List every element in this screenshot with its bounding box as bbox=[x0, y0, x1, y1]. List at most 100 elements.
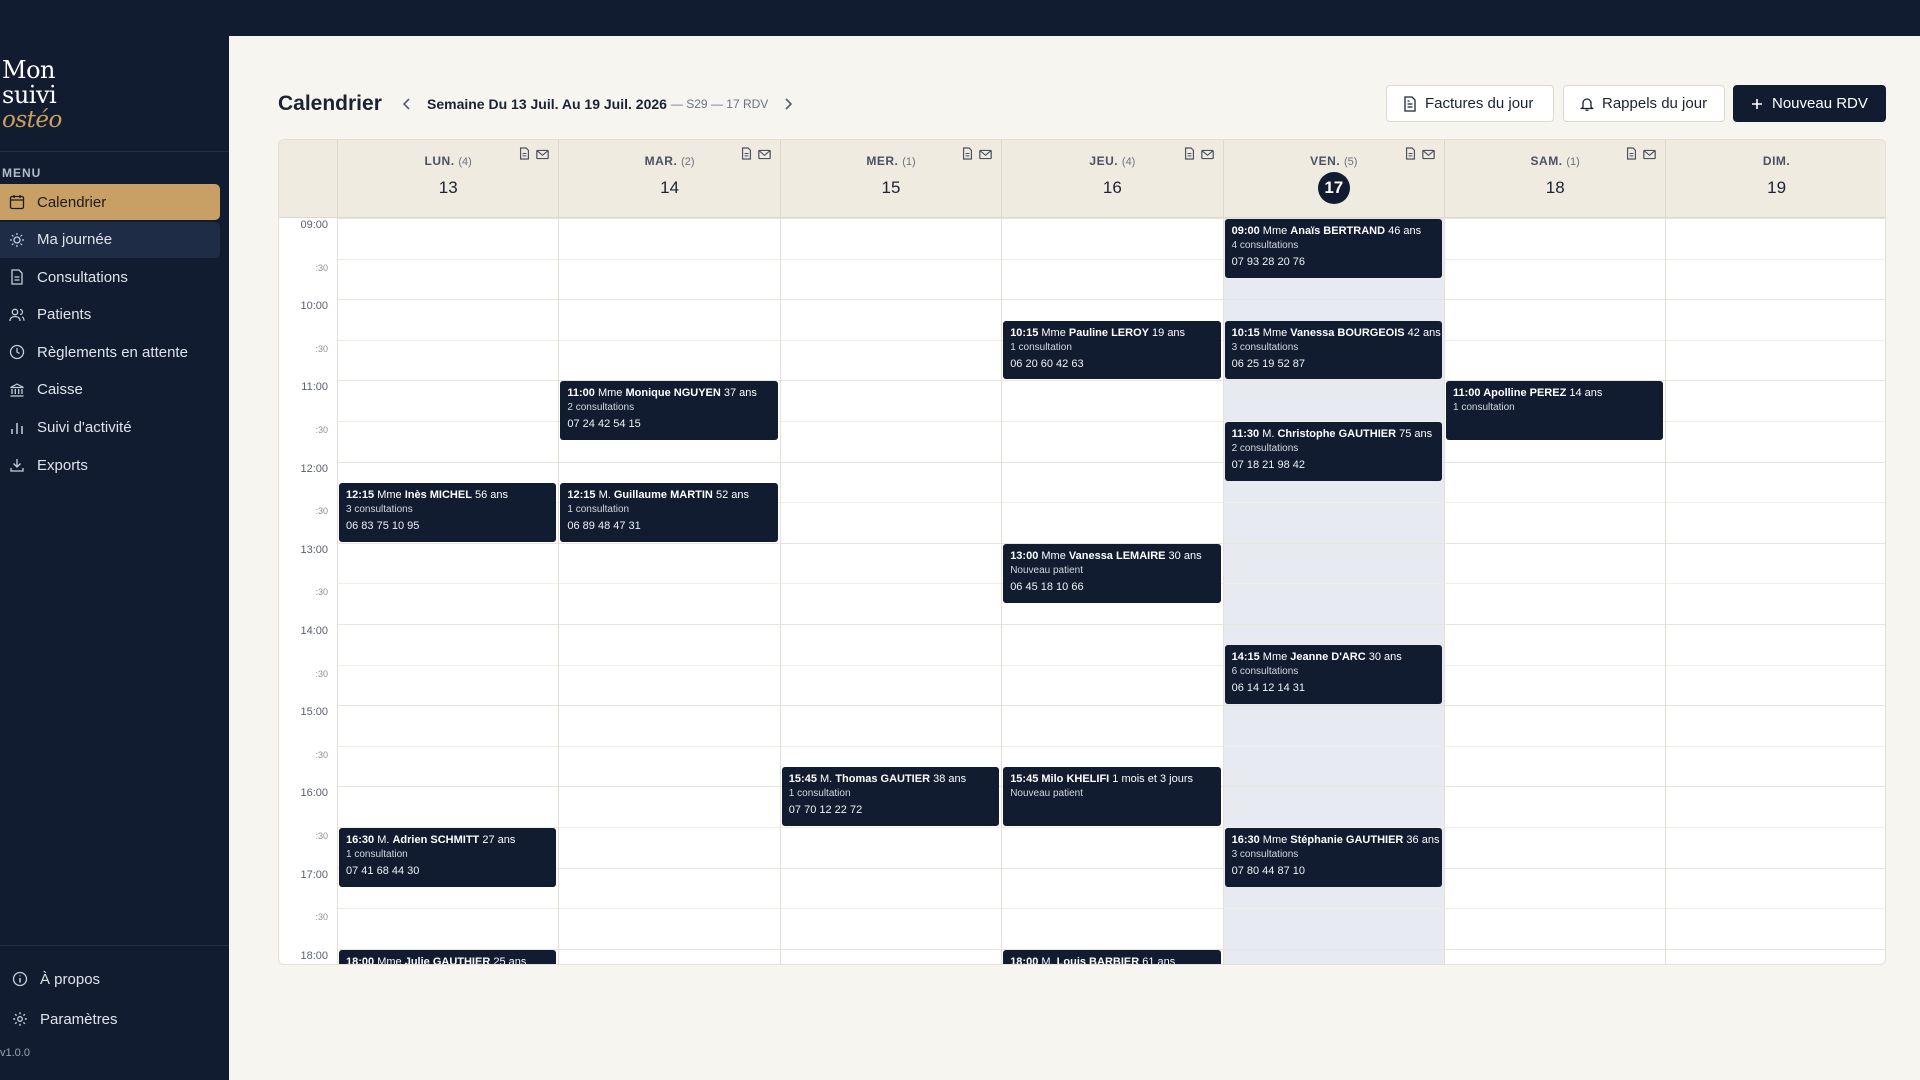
time-label: :30 bbox=[315, 912, 328, 923]
day-invoice-icon[interactable] bbox=[1626, 147, 1637, 165]
document-icon bbox=[8, 268, 26, 286]
sidebar-item-suivi-d-activite[interactable]: Suivi d'activité bbox=[0, 410, 220, 446]
sidebar-item-calendrier[interactable]: Calendrier bbox=[0, 184, 220, 220]
day-header[interactable]: LUN. (4) 13 bbox=[337, 140, 558, 218]
patient-age: 46 ans bbox=[1385, 225, 1422, 237]
about-link[interactable]: À propos bbox=[0, 959, 229, 999]
appointment-card[interactable]: 15:45 M. Thomas GAUTIER 38 ans 1 consulta… bbox=[781, 767, 1000, 826]
patient-civility: Mme bbox=[1262, 834, 1291, 846]
settings-link[interactable]: Paramètres bbox=[0, 999, 229, 1039]
appointment-time: 15:45 bbox=[1010, 773, 1042, 786]
patient-civility: Mme bbox=[1041, 549, 1069, 562]
day-appointment-count: (5) bbox=[1343, 156, 1358, 168]
patient-age: 61 ans bbox=[1139, 955, 1176, 965]
day-header[interactable]: MER. (1) 15 bbox=[779, 140, 1001, 218]
app-logo[interactable]: Mon suivi ostéo bbox=[2, 58, 62, 133]
day-invoice-icon[interactable] bbox=[741, 147, 752, 165]
time-label: 18:00 bbox=[300, 949, 328, 962]
sidebar-item-consultations[interactable]: Consultations bbox=[0, 259, 220, 295]
reminders-of-day-button[interactable]: Rappels du jour bbox=[1563, 85, 1725, 122]
day-actions bbox=[962, 147, 992, 165]
bar-chart-icon bbox=[8, 419, 26, 437]
sidebar-item-ma-journee[interactable]: Ma journée bbox=[0, 221, 220, 258]
calendar-grid[interactable]: 09:00:30 10:00:30 11:00:30 12:00:30 13:00:30… bbox=[279, 218, 1885, 965]
day-invoice-icon[interactable] bbox=[519, 147, 530, 165]
appointment-time: 12:15 bbox=[346, 488, 378, 501]
day-mail-icon[interactable] bbox=[1643, 147, 1657, 165]
sidebar-item-patients[interactable]: Patients bbox=[0, 297, 220, 333]
appointment-title-line: 11:00 Apolline PEREZ 14 ans bbox=[1453, 386, 1656, 400]
day-invoice-icon[interactable] bbox=[1405, 147, 1416, 165]
patient-name: Adrien SCHMITT bbox=[392, 834, 480, 846]
patient-age: 30 ans bbox=[1165, 549, 1202, 562]
time-label: 11:00 bbox=[301, 381, 328, 394]
sidebar: Mon suivi ostéo MENU Calendrier Ma journé… bbox=[0, 36, 229, 1080]
patient-name: Julie GAUTHIER bbox=[404, 955, 491, 965]
new-appointment-label: Nouveau RDV bbox=[1772, 95, 1868, 112]
day-actions bbox=[519, 147, 550, 165]
time-label: :30 bbox=[315, 668, 328, 679]
day-invoice-icon[interactable] bbox=[962, 147, 973, 165]
appointment-card[interactable]: 09:00 Mme Anaïs BERTRAND 46 ans 4 consult… bbox=[1224, 219, 1442, 278]
sidebar-item-caisse[interactable]: Caisse bbox=[0, 372, 220, 408]
time-gridline bbox=[337, 827, 1885, 828]
appointment-card[interactable]: 12:15 M. Guillaume MARTIN 52 ans 1 consul… bbox=[560, 482, 778, 542]
appointment-card[interactable]: 16:30 M. Adrien SCHMITT 27 ans 1 consulta… bbox=[339, 828, 557, 887]
day-mail-icon[interactable] bbox=[1200, 147, 1214, 165]
day-invoice-icon[interactable] bbox=[1184, 147, 1195, 165]
sidebar-item-reglements-en-attente[interactable]: Règlements en attente bbox=[0, 334, 220, 370]
day-header[interactable]: SAM. (1) 18 bbox=[1444, 140, 1665, 218]
appointment-title-line: 11:30 M. Christophe GAUTHIER 75 ans bbox=[1232, 427, 1435, 441]
appointment-title-line: 18:00 M. Louis BARBIER 61 ans bbox=[1010, 955, 1213, 965]
appointment-card[interactable]: 14:15 Mme Jeanne D'ARC 30 ans 6 consultat… bbox=[1224, 645, 1442, 705]
appointment-card[interactable]: 11:00 Mme Monique NGUYEN 37 ans 2 consult… bbox=[560, 381, 778, 441]
appointment-card[interactable]: 12:15 Mme Inès MICHEL 56 ans 3 consultati… bbox=[339, 482, 557, 542]
page-title: Calendrier bbox=[278, 92, 382, 115]
patient-name: Vanessa LEMAIRE bbox=[1068, 549, 1166, 562]
top-bar bbox=[0, 0, 1920, 36]
day-mail-icon[interactable] bbox=[979, 147, 992, 165]
patient-age: 1 mois et 3 jours bbox=[1109, 773, 1193, 786]
appointment-card[interactable]: 11:30 M. Christophe GAUTHIER 75 ans 2 con… bbox=[1224, 422, 1442, 481]
patient-name: Inès MICHEL bbox=[404, 488, 472, 501]
appointment-card[interactable]: 13:00 Mme Vanessa LEMAIRE 30 ans Nouveau … bbox=[1003, 543, 1221, 603]
appointment-card[interactable]: 15:45 Milo KHELIFI 1 mois et 3 jours Nouv… bbox=[1003, 767, 1221, 826]
patient-phone: 07 41 68 44 30 bbox=[346, 865, 420, 877]
week-navigator: Semaine Du 13 Juil. Au 19 Juil. 2026 — S… bbox=[397, 94, 798, 114]
appointment-card[interactable]: 11:00 Apolline PEREZ 14 ans 1 consultatio… bbox=[1446, 381, 1664, 441]
appointment-card[interactable]: 18:00 M. Louis BARBIER 61 ansNouveau pat… bbox=[1003, 949, 1221, 965]
day-column-divider bbox=[337, 218, 338, 964]
previous-week-button[interactable] bbox=[397, 94, 417, 114]
sidebar-bottom-links: À propos Paramètres bbox=[0, 959, 229, 1039]
appointment-time: 09:00 bbox=[1231, 225, 1263, 237]
day-mail-icon[interactable] bbox=[1422, 147, 1435, 165]
time-gridline bbox=[337, 745, 1885, 747]
day-actions bbox=[741, 147, 771, 165]
patient-age: 14 ans bbox=[1566, 387, 1603, 400]
day-header[interactable]: VEN. (5) 17 bbox=[1222, 140, 1444, 218]
patient-name: Christophe GAUTHIER bbox=[1277, 428, 1397, 440]
day-header[interactable]: MAR. (2) 14 bbox=[558, 140, 779, 218]
day-header[interactable]: JEU. (4) 16 bbox=[1001, 140, 1222, 218]
appointment-card[interactable]: 10:15 Mme Pauline LEROY 19 ans 1 consulta… bbox=[1003, 320, 1221, 380]
appointment-title-line: 09:00 Mme Anaïs BERTRAND 46 ans bbox=[1232, 224, 1435, 238]
day-mail-icon[interactable] bbox=[536, 147, 550, 165]
time-gridline bbox=[337, 218, 1885, 219]
day-header[interactable]: DIM. 19 bbox=[1665, 140, 1885, 218]
patient-age: 42 ans bbox=[1404, 326, 1441, 339]
time-gridline bbox=[337, 258, 1885, 260]
patient-name: Jeanne D'ARC bbox=[1290, 651, 1366, 664]
day-mail-icon[interactable] bbox=[757, 147, 771, 165]
appointment-card[interactable]: 16:30 Mme Stéphanie GAUTHIER 36 ans 3 con… bbox=[1224, 828, 1442, 887]
appointment-card[interactable]: 18:00 Mme Julie GAUTHIER 25 ans1 consult… bbox=[339, 949, 557, 965]
sidebar-item-exports[interactable]: Exports bbox=[0, 447, 220, 483]
new-appointment-button[interactable]: Nouveau RDV bbox=[1733, 85, 1886, 122]
patient-civility: Mme bbox=[377, 955, 405, 965]
invoices-of-day-button[interactable]: Factures du jour bbox=[1386, 85, 1554, 122]
appointment-time: 18:00 bbox=[346, 955, 378, 965]
appointment-card[interactable]: 10:15 Mme Vanessa BOURGEOIS 42 ans 3 cons… bbox=[1224, 320, 1442, 380]
appointment-consultations: 1 consultation bbox=[346, 849, 408, 860]
next-week-button[interactable] bbox=[778, 94, 798, 114]
sidebar-item-label: Ma journée bbox=[37, 231, 113, 249]
time-label: :30 bbox=[315, 343, 328, 354]
